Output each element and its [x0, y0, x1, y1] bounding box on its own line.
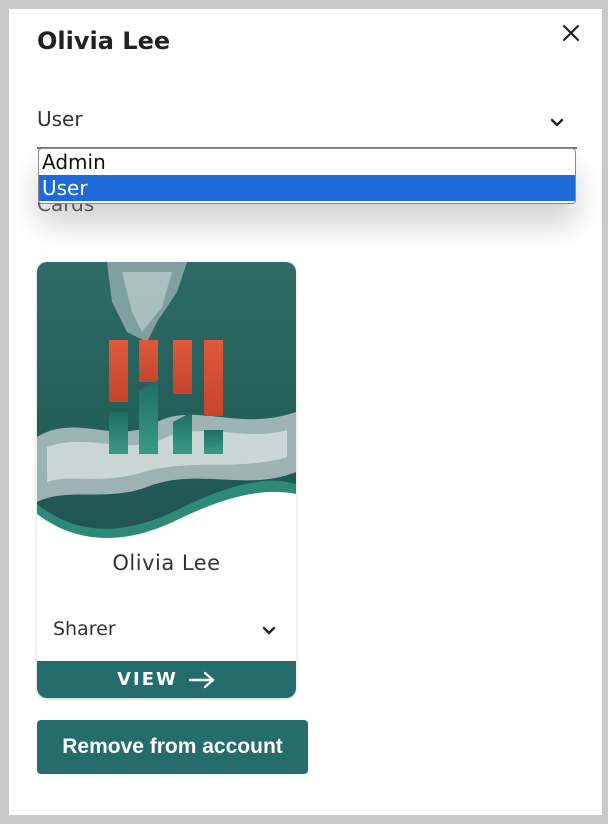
chevron-down-icon: [549, 115, 565, 131]
card-role-value: Sharer: [53, 618, 116, 640]
option-user[interactable]: User: [39, 175, 575, 201]
remove-from-account-button[interactable]: Remove from account: [37, 720, 308, 774]
role-select-value: User: [37, 107, 83, 131]
close-icon: [562, 24, 580, 42]
arrow-right-icon: [188, 670, 216, 690]
chevron-down-icon: [261, 623, 277, 639]
view-card-button[interactable]: VIEW: [37, 661, 296, 698]
dialog-title: Olivia Lee: [37, 27, 171, 55]
option-admin[interactable]: Admin: [39, 149, 575, 175]
view-button-label: VIEW: [117, 669, 178, 690]
business-card: Olivia Lee Sharer VIEW: [37, 262, 296, 698]
user-dialog: Olivia Lee User Admin User Cards Olivia …: [9, 9, 602, 815]
card-role-select[interactable]: Sharer: [53, 615, 281, 645]
close-button[interactable]: [559, 21, 583, 45]
card-holder-name: Olivia Lee: [112, 551, 221, 575]
card-cover-image: [37, 262, 296, 542]
role-select[interactable]: User: [37, 103, 577, 149]
role-dropdown-list: Admin User: [38, 148, 576, 204]
